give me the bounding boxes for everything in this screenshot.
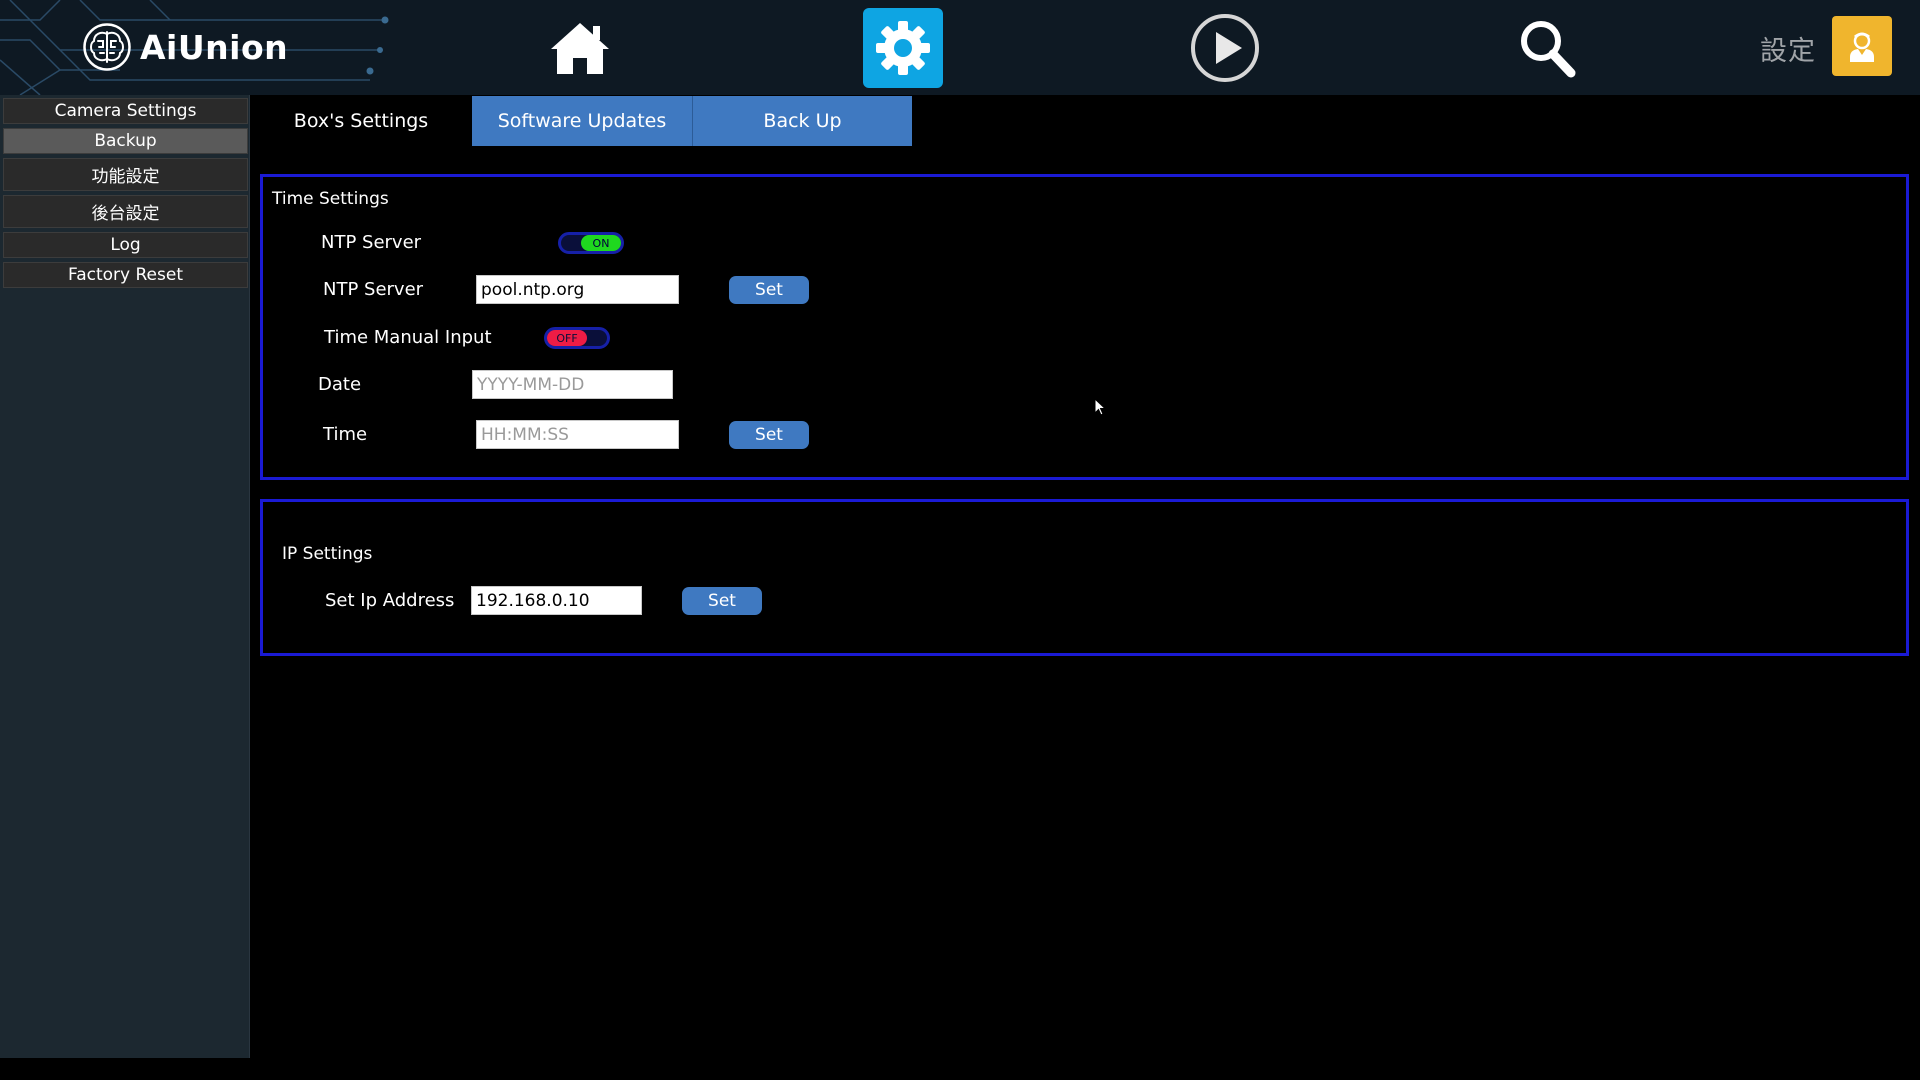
ntp-server-input[interactable] bbox=[476, 275, 679, 304]
time-label: Time bbox=[323, 424, 368, 445]
time-manual-input-label: Time Manual Input bbox=[324, 327, 492, 348]
date-input[interactable] bbox=[472, 370, 673, 399]
time-settings-panel: Time Settings NTP Server ON NTP Server S… bbox=[260, 174, 1909, 480]
brand-name: AiUnion bbox=[140, 27, 289, 67]
ntp-set-button[interactable]: Set bbox=[729, 276, 809, 304]
gear-icon bbox=[876, 21, 930, 75]
playback-button[interactable] bbox=[1185, 8, 1265, 88]
sidebar-item-backup[interactable]: Backup bbox=[3, 128, 248, 154]
ip-address-input[interactable] bbox=[471, 586, 642, 615]
tab-software-updates[interactable]: Software Updates bbox=[472, 96, 692, 146]
sidebar-item-log[interactable]: Log bbox=[3, 232, 248, 258]
ntp-server-toggle-label: NTP Server bbox=[321, 232, 422, 253]
mouse-cursor-icon bbox=[1094, 398, 1107, 416]
tab-box-settings[interactable]: Box's Settings bbox=[262, 96, 460, 146]
ntp-server-label: NTP Server bbox=[323, 279, 424, 300]
search-icon bbox=[1521, 21, 1576, 78]
sidebar-item-factory-reset[interactable]: Factory Reset bbox=[3, 262, 248, 288]
home-icon bbox=[551, 23, 609, 74]
brain-logo-icon bbox=[83, 23, 131, 71]
top-bar: AiUnion 設定 bbox=[0, 0, 1920, 95]
user-button[interactable] bbox=[1832, 16, 1892, 76]
date-label: Date bbox=[318, 374, 362, 395]
time-settings-title: Time Settings bbox=[272, 189, 389, 209]
sidebar-item-function-settings[interactable]: 功能設定 bbox=[3, 158, 248, 191]
user-label: 設定 bbox=[1760, 36, 1816, 67]
sidebar: Camera Settings Backup 功能設定 後台設定 Log Fac… bbox=[0, 95, 250, 1058]
ip-address-label: Set Ip Address bbox=[325, 590, 455, 611]
brand-logo: AiUnion bbox=[82, 20, 288, 74]
sidebar-item-camera-settings[interactable]: Camera Settings bbox=[3, 98, 248, 124]
ip-settings-panel: IP Settings Set Ip Address Set bbox=[260, 499, 1909, 656]
time-manual-input-toggle[interactable]: OFF bbox=[544, 327, 610, 349]
ip-set-button[interactable]: Set bbox=[682, 587, 762, 615]
ntp-server-toggle[interactable]: ON bbox=[558, 232, 624, 254]
user-icon bbox=[1850, 32, 1874, 62]
ntp-toggle-state: ON bbox=[581, 235, 621, 251]
time-set-button[interactable]: Set bbox=[729, 421, 809, 449]
search-button[interactable] bbox=[1507, 8, 1587, 88]
sidebar-item-backend-settings[interactable]: 後台設定 bbox=[3, 195, 248, 228]
time-input[interactable] bbox=[476, 420, 679, 449]
ip-settings-title: IP Settings bbox=[282, 544, 373, 564]
home-button[interactable] bbox=[540, 8, 620, 88]
play-icon bbox=[1191, 14, 1259, 82]
manual-toggle-state: OFF bbox=[547, 330, 587, 346]
settings-button[interactable] bbox=[863, 8, 943, 88]
tab-back-up[interactable]: Back Up bbox=[692, 96, 912, 146]
